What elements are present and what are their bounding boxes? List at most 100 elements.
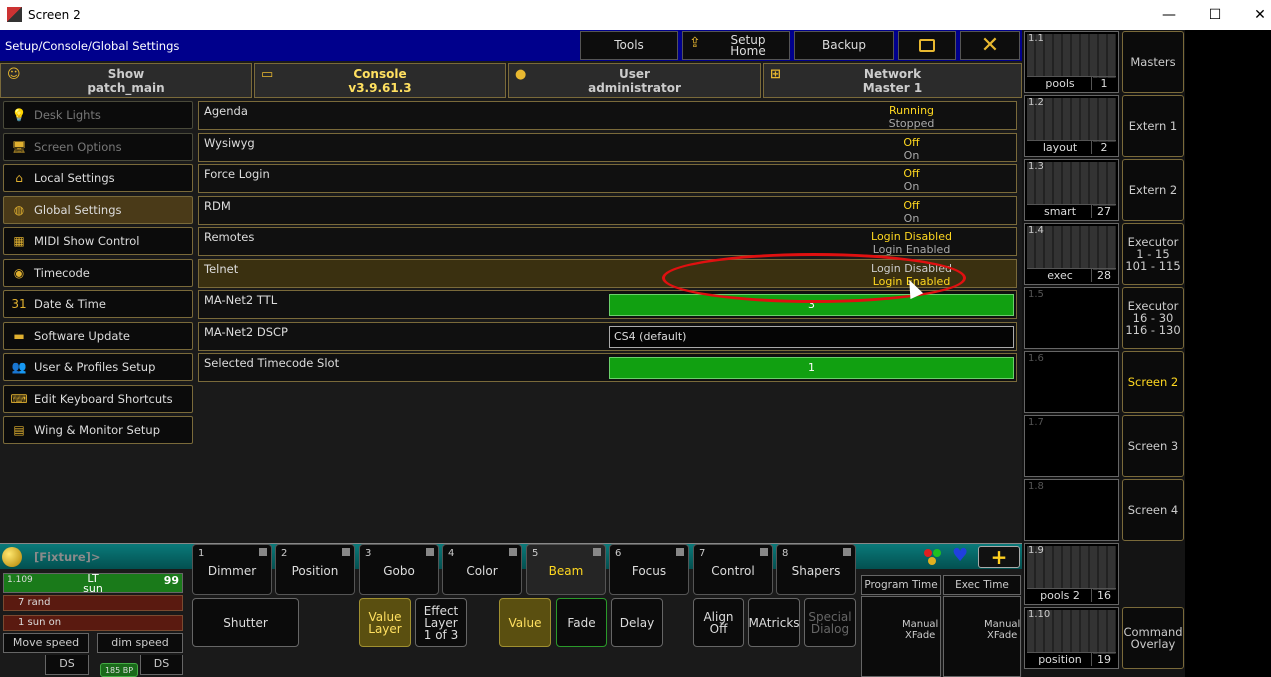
preset-label: Color [466, 564, 498, 578]
preset-gobo[interactable]: 3 Gobo [359, 544, 439, 595]
setting-agenda[interactable]: Agenda Running Stopped [198, 101, 1017, 130]
sidebar-item-midi-show-control[interactable]: ▦ MIDI Show Control [3, 227, 193, 255]
sidebar-item-label: User & Profiles Setup [34, 360, 156, 374]
keyboard-icon: ⌨ [10, 392, 28, 406]
maximize-button[interactable]: ☐ [1192, 0, 1238, 30]
dim-speed-label[interactable]: dim speed [97, 633, 183, 653]
view-id: 1 [1091, 76, 1116, 90]
preset-position[interactable]: 2 Position [275, 544, 355, 595]
setting-label: Wysiwyg [204, 136, 255, 150]
view-pools[interactable]: 1.1 pools 1 [1024, 31, 1119, 93]
tab-console[interactable]: ▭ Console v3.9.61.3 [254, 63, 506, 98]
sidebar-item-label: Desk Lights [34, 108, 101, 122]
executor-cue-row[interactable]: 7 rand [3, 595, 183, 611]
sidebar-item-desk-lights[interactable]: 💡 Desk Lights [3, 101, 193, 129]
command-overlay-button[interactable]: Command Overlay [1122, 607, 1184, 669]
tab-user[interactable]: ● User administrator [508, 63, 761, 98]
program-time-label[interactable]: Program Time [861, 575, 941, 595]
fade-button[interactable]: Fade [556, 598, 607, 647]
executor-header[interactable]: 1.109 LT sun 99 [3, 573, 183, 594]
setting-label: Agenda [204, 104, 248, 118]
masters-button[interactable]: Masters [1122, 31, 1184, 93]
extern-2-button[interactable]: Extern 2 [1122, 159, 1184, 221]
sidebar-item-wing-monitor[interactable]: ▤ Wing & Monitor Setup [3, 416, 193, 444]
value-layer-button[interactable]: Value Layer [359, 598, 411, 647]
setting-label: Telnet [204, 262, 239, 276]
view-name: pools 2 [1027, 588, 1093, 602]
executor-cue-row[interactable]: 1 sun on [3, 615, 183, 631]
view-exec[interactable]: 1.4 exec 28 [1024, 223, 1119, 285]
view-empty[interactable]: 1.6 [1024, 351, 1119, 413]
dscp-select[interactable]: CS4 (default) [609, 326, 1014, 348]
preset-control[interactable]: 7 Control [693, 544, 773, 595]
view-empty[interactable]: 1.5 [1024, 287, 1119, 349]
value-button[interactable]: Value [499, 598, 551, 647]
exec-label-3: 116 - 130 [1125, 323, 1181, 337]
sidebar-item-timecode[interactable]: ◉ Timecode [3, 259, 193, 287]
setting-option-current: Off [903, 136, 920, 149]
tab-network-sub: Master 1 [862, 81, 923, 95]
screenshot-button[interactable] [898, 31, 956, 60]
setting-force-login[interactable]: Force Login Off On [198, 164, 1017, 193]
setting-label: Force Login [204, 167, 270, 181]
tab-show[interactable]: ☺ Show patch_main [0, 63, 252, 98]
setting-manet2-dscp[interactable]: MA-Net2 DSCP CS4 (default) [198, 322, 1017, 351]
exec-time-label[interactable]: Exec Time [943, 575, 1021, 595]
sidebar-item-keyboard-shortcuts[interactable]: ⌨ Edit Keyboard Shortcuts [3, 385, 193, 413]
close-window-button[interactable]: ✕ [1237, 0, 1271, 30]
exec-label-3: 101 - 115 [1125, 259, 1181, 273]
close-setup-button[interactable]: ✕ [960, 31, 1020, 60]
sidebar-item-screen-options[interactable]: 🖥 Screen Options [3, 133, 193, 161]
screen-3-button[interactable]: Screen 3 [1122, 415, 1184, 477]
view-id: 2 [1091, 140, 1116, 154]
sidebar-item-local-settings[interactable]: ⌂ Local Settings [3, 164, 193, 192]
sidebar-item-user-profiles[interactable]: 👥 User & Profiles Setup [3, 353, 193, 381]
screen-4-button[interactable]: Screen 4 [1122, 479, 1184, 541]
align-label-2: Off [709, 621, 728, 636]
preset-shapers[interactable]: 8 Shapers [776, 544, 856, 595]
special-dialog-button[interactable]: Special Dialog [804, 598, 856, 647]
tab-network-title: Network [863, 67, 922, 81]
view-empty[interactable]: 1.8 [1024, 479, 1119, 541]
view-smart[interactable]: 1.3 smart 27 [1024, 159, 1119, 221]
backup-button[interactable]: Backup [794, 31, 894, 60]
tools-button[interactable]: Tools [580, 31, 678, 60]
preset-focus[interactable]: 6 Focus [609, 544, 689, 595]
view-pools-2[interactable]: 1.9 pools 2 16 [1024, 543, 1119, 605]
shutter-button[interactable]: Shutter [192, 598, 299, 647]
preset-beam[interactable]: 5 Beam [526, 544, 606, 595]
delay-button[interactable]: Delay [611, 598, 663, 647]
setting-remotes[interactable]: Remotes Login Disabled Login Enabled [198, 227, 1017, 256]
manual-label: Manual [984, 619, 1021, 630]
setup-home-button[interactable]: ⇪ Setup Home [682, 31, 790, 60]
move-speed-label[interactable]: Move speed [3, 633, 89, 653]
tab-console-sub: v3.9.61.3 [348, 81, 412, 95]
executor-1-15-button[interactable]: Executor 1 - 15 101 - 115 [1122, 223, 1184, 285]
timecode-slot-bar[interactable]: 1 [609, 357, 1014, 379]
view-position[interactable]: 1.10 position 19 [1024, 607, 1119, 669]
sidebar-item-global-settings[interactable]: ◍ Global Settings [3, 196, 193, 224]
setting-rdm[interactable]: RDM Off On [198, 196, 1017, 225]
extern-1-button[interactable]: Extern 1 [1122, 95, 1184, 157]
matricks-button[interactable]: MAtricks [748, 598, 800, 647]
setting-wysiwyg[interactable]: Wysiwyg Off On [198, 133, 1017, 162]
setting-timecode-slot[interactable]: Selected Timecode Slot 1 [198, 353, 1017, 382]
exec-time-fader[interactable]: Manual XFade [943, 596, 1021, 677]
executor-16-30-button[interactable]: Executor 16 - 30 116 - 130 [1122, 287, 1184, 349]
preset-dimmer[interactable]: 1 Dimmer [192, 544, 272, 595]
preset-color[interactable]: 4 Color [442, 544, 522, 595]
view-empty[interactable]: 1.7 [1024, 415, 1119, 477]
sidebar-item-date-time[interactable]: 31 Date & Time [3, 290, 193, 318]
add-button[interactable]: + [978, 546, 1020, 568]
align-button[interactable]: Align Off [693, 598, 744, 647]
minimize-button[interactable]: — [1146, 0, 1192, 30]
view-layout[interactable]: 1.2 layout 2 [1024, 95, 1119, 157]
sidebar-item-software-update[interactable]: ▬ Software Update [3, 322, 193, 350]
xfade-label: XFade [905, 630, 936, 641]
effect-layer-button[interactable]: Effect Layer 1 of 3 [415, 598, 467, 647]
program-time-fader[interactable]: Manual XFade [861, 596, 941, 677]
heart-icon[interactable]: ♥ [952, 547, 968, 565]
screen-2-button[interactable]: Screen 2 [1122, 351, 1184, 413]
tab-network[interactable]: ⊞ Network Master 1 [763, 63, 1022, 98]
color-dots-icon[interactable] [924, 549, 944, 565]
